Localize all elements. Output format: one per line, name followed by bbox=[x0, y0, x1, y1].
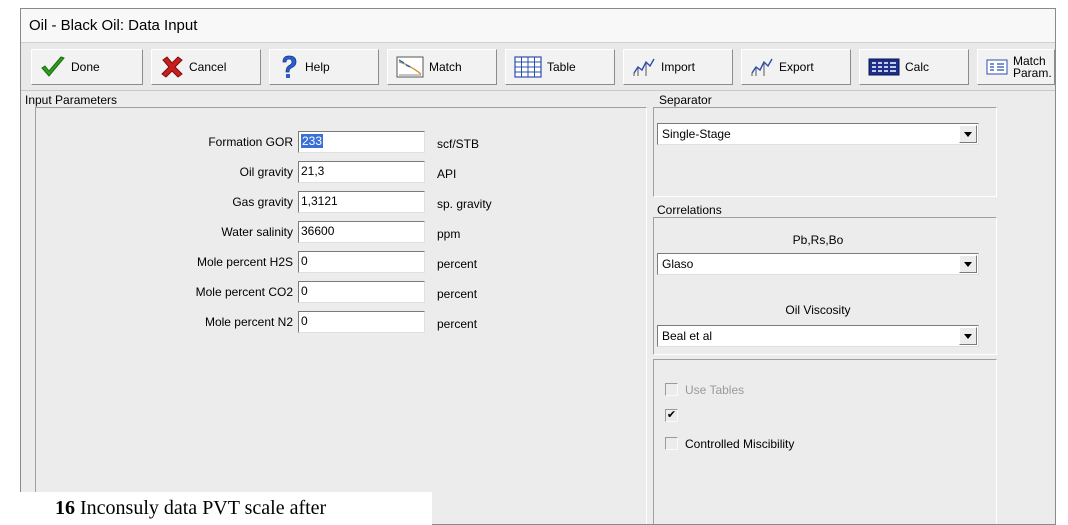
calc-label: Calc bbox=[905, 60, 930, 74]
oil-gravity-input[interactable]: 21,3 bbox=[298, 161, 425, 183]
match-button[interactable]: Match bbox=[387, 49, 497, 85]
controlled-miscibility-checkbox[interactable] bbox=[665, 437, 678, 450]
unnamed-checkbox[interactable]: ✔ bbox=[665, 409, 678, 422]
question-icon bbox=[278, 54, 300, 80]
help-label: Help bbox=[305, 60, 330, 74]
toolbar: Done Cancel Help Match Table Import Expo… bbox=[21, 43, 1055, 91]
table-icon bbox=[514, 56, 542, 78]
mole-co2-unit: percent bbox=[437, 287, 478, 301]
water-salinity-input[interactable]: 36600 bbox=[298, 221, 425, 243]
mole-n2-label: Mole percent N2 bbox=[204, 315, 293, 329]
import-icon bbox=[632, 57, 656, 77]
match-plot-icon bbox=[396, 56, 424, 78]
cancel-label: Cancel bbox=[189, 60, 227, 74]
figure-caption: 16 Inconsuly data PVT scale after bbox=[0, 492, 432, 525]
oil-gravity-unit: API bbox=[437, 167, 457, 181]
x-icon bbox=[160, 55, 184, 79]
gas-gravity-label: Gas gravity bbox=[232, 195, 293, 209]
chevron-down-icon[interactable] bbox=[959, 327, 977, 345]
export-icon bbox=[750, 57, 774, 77]
mole-n2-input[interactable]: 0 bbox=[298, 311, 425, 333]
input-parameters-label: Input Parameters bbox=[25, 93, 118, 107]
controlled-miscibility-label: Controlled Miscibility bbox=[685, 437, 795, 451]
match-label: Match bbox=[429, 60, 462, 74]
match-param-label: Match Param. bbox=[1013, 54, 1052, 80]
export-label: Export bbox=[779, 60, 814, 74]
caption-text: Inconsuly data PVT scale after bbox=[75, 497, 327, 519]
chevron-down-icon[interactable] bbox=[959, 125, 977, 143]
water-salinity-unit: ppm bbox=[437, 227, 461, 241]
done-label: Done bbox=[71, 60, 100, 74]
oil-viscosity-select[interactable]: Beal et al bbox=[657, 325, 979, 347]
mole-h2s-label: Mole percent H2S bbox=[196, 255, 293, 269]
content-area: Input Parameters Formation GOR 233 scf/S… bbox=[21, 91, 1055, 524]
mole-co2-label: Mole percent CO2 bbox=[195, 285, 293, 299]
import-button[interactable]: Import bbox=[623, 49, 733, 85]
pb-rs-bo-select[interactable]: Glaso bbox=[657, 253, 979, 275]
mole-h2s-unit: percent bbox=[437, 257, 478, 271]
caption-number: 16 bbox=[55, 497, 75, 519]
oil-viscosity-label: Oil Viscosity bbox=[785, 303, 851, 317]
chevron-down-icon[interactable] bbox=[959, 255, 977, 273]
mole-n2-unit: percent bbox=[437, 317, 478, 331]
window-title: Oil - Black Oil: Data Input bbox=[21, 9, 1055, 43]
match-param-icon bbox=[986, 59, 1008, 75]
pb-rs-bo-label: Pb,Rs,Bo bbox=[792, 233, 844, 247]
gas-gravity-input[interactable]: 1,3121 bbox=[298, 191, 425, 213]
cancel-button[interactable]: Cancel bbox=[151, 49, 261, 85]
checkmark-icon bbox=[40, 55, 66, 79]
formation-gor-input[interactable]: 233 bbox=[298, 131, 425, 153]
use-tables-label: Use Tables bbox=[685, 383, 745, 397]
gas-gravity-unit: sp. gravity bbox=[437, 197, 492, 211]
data-input-window: Oil - Black Oil: Data Input Done Cancel … bbox=[20, 8, 1056, 525]
correlations-label: Correlations bbox=[657, 203, 722, 217]
mole-co2-input[interactable]: 0 bbox=[298, 281, 425, 303]
table-label: Table bbox=[547, 60, 576, 74]
import-label: Import bbox=[661, 60, 696, 74]
formation-gor-unit: scf/STB bbox=[437, 137, 480, 151]
done-button[interactable]: Done bbox=[31, 49, 143, 85]
export-button[interactable]: Export bbox=[741, 49, 851, 85]
calc-button[interactable]: Calc bbox=[859, 49, 969, 85]
oil-gravity-label: Oil gravity bbox=[239, 165, 293, 179]
table-button[interactable]: Table bbox=[505, 49, 615, 85]
match-param-button[interactable]: Match Param. bbox=[977, 49, 1055, 85]
water-salinity-label: Water salinity bbox=[221, 225, 293, 239]
separator-select[interactable]: Single-Stage bbox=[657, 123, 979, 145]
mole-h2s-input[interactable]: 0 bbox=[298, 251, 425, 273]
help-button[interactable]: Help bbox=[269, 49, 379, 85]
calculator-icon bbox=[868, 58, 900, 76]
separator-label: Separator bbox=[659, 93, 712, 107]
use-tables-checkbox[interactable] bbox=[665, 383, 678, 396]
separator-panel bbox=[653, 107, 997, 197]
formation-gor-label: Formation GOR bbox=[208, 135, 293, 149]
